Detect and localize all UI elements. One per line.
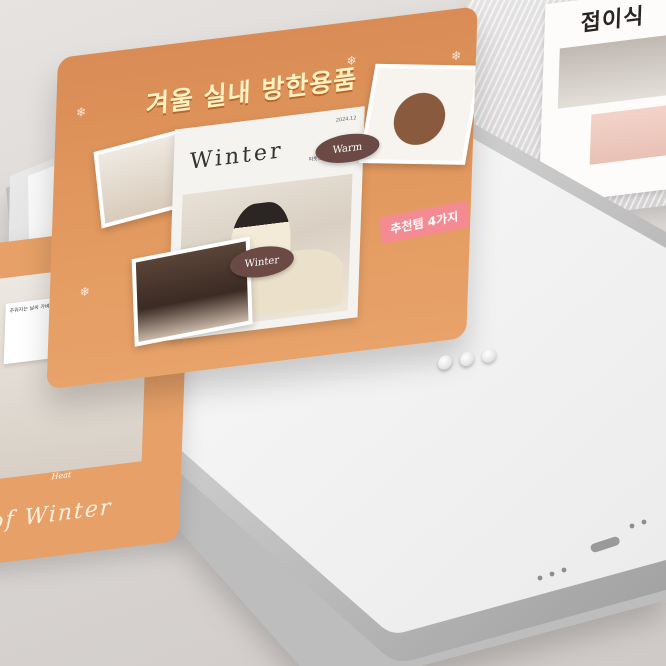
magazine-title: Winter (189, 138, 284, 175)
main-product-card[interactable]: ❄ ❄ ❄ ❄ ❄ ❄ 겨울 실내 방한용품 2024.12 Winter vo… (46, 6, 478, 390)
left-card-script: of Winter (0, 494, 113, 536)
magazine-date: 2024.12 (335, 115, 357, 124)
snowflake-icon: ❄ (450, 48, 462, 64)
pagination-dot[interactable] (482, 347, 496, 364)
mockup-scene: 접이식 추워지는 날씨 가벼운 외출 Heat of Winter ❄ ❄ ❄ … (0, 0, 666, 666)
pagination-dot[interactable] (438, 354, 452, 371)
snowflake-icon: ❄ (79, 284, 91, 300)
pagination-dot[interactable] (460, 350, 474, 368)
left-card-small-script: Heat (51, 469, 72, 482)
recommend-pill: 추천템 4가지 (380, 200, 469, 245)
snowflake-icon: ❄ (75, 104, 87, 120)
